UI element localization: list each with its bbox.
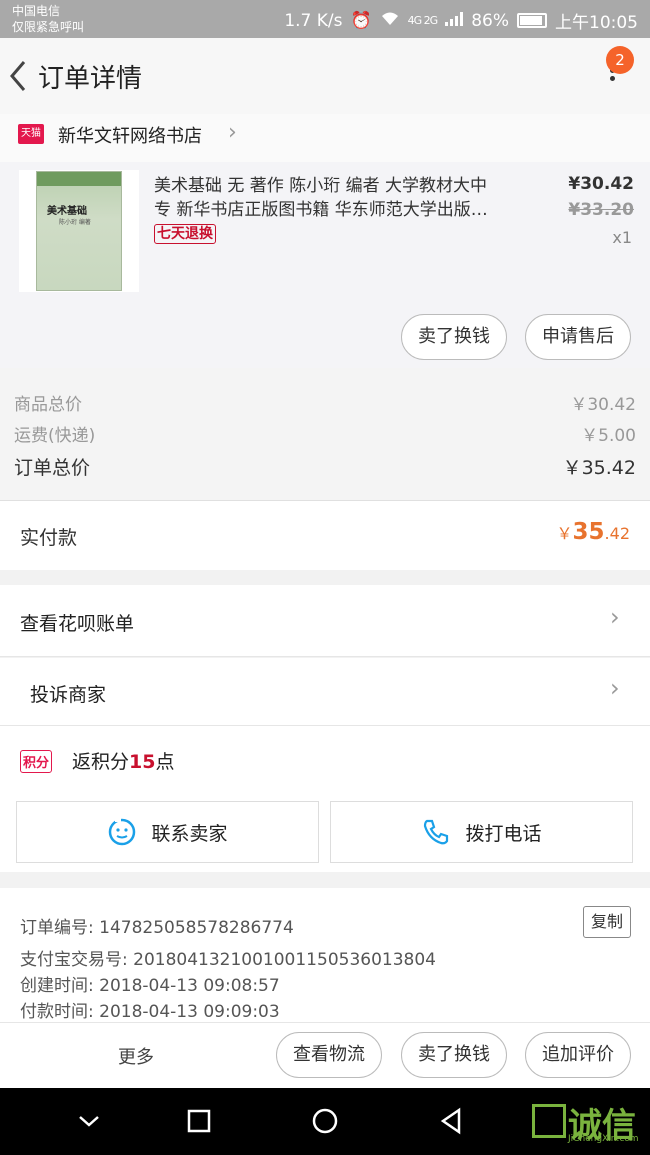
points-section: 积分 返积分15点 联系卖家 拨打电话 <box>0 726 650 872</box>
chevron-right-icon: › <box>228 120 237 145</box>
complain-label: 投诉商家 <box>30 684 107 706</box>
product-original-price: ¥33.20 <box>568 200 634 220</box>
notification-badge: 2 <box>606 46 634 74</box>
product-name[interactable]: 美术基础 无 著作 陈小珩 编者 大学教材大中 专 新华书店正版图书籍 华东师范… <box>154 174 526 222</box>
shipping-value: ￥5.00 <box>581 426 636 446</box>
watermark-logo-icon <box>532 1104 566 1138</box>
network-speed: 1.7 K/s <box>284 10 343 31</box>
chevron-right-icon: › <box>610 674 620 702</box>
page-title: 订单详情 <box>38 64 143 94</box>
complain-row[interactable]: 投诉商家 › <box>0 658 650 726</box>
contact-seller-label: 联系卖家 <box>151 822 228 845</box>
book-cover-band <box>37 172 121 186</box>
product-name-line2: 专 新华书店正版图书籍 华东师范大学出版… <box>154 200 488 220</box>
shop-name: 新华文轩网络书店 <box>58 126 202 147</box>
call-phone-button[interactable]: 拨打电话 <box>330 801 633 863</box>
product-card: 美术基础 陈小珩 编著 美术基础 无 著作 陈小珩 编者 大学教材大中 专 新华… <box>0 162 650 368</box>
product-name-line1: 美术基础 无 著作 陈小珩 编者 大学教材大中 <box>154 176 488 196</box>
book-cover-subtitle: 陈小珩 编著 <box>59 219 91 226</box>
book-cover-title: 美术基础 <box>47 206 87 217</box>
points-suffix: 点 <box>155 751 175 773</box>
nav-home-icon[interactable] <box>310 1106 340 1136</box>
after-sale-button[interactable]: 申请售后 <box>525 314 631 360</box>
return-policy-tag: 七天退换 <box>154 224 216 244</box>
copy-button[interactable]: 复制 <box>583 906 631 938</box>
wifi-icon <box>380 10 400 31</box>
bottom-action-bar: 更多 查看物流 卖了换钱 追加评价 <box>0 1022 650 1088</box>
more-link[interactable]: 更多 <box>118 1043 154 1069</box>
battery-icon <box>517 13 547 28</box>
points-number: 15 <box>129 751 156 773</box>
book-cover-image: 美术基础 陈小珩 编著 <box>36 171 122 291</box>
created-time: 创建时间: 2018-04-13 09:08:57 <box>20 976 280 996</box>
view-logistics-button[interactable]: 查看物流 <box>276 1032 382 1078</box>
chat-bubble-icon <box>109 817 136 846</box>
status-bar: 中国电信 仅限紧急呼叫 1.7 K/s ⏰ 4G 2G 86% 上午10:05 <box>0 0 650 38</box>
goods-total-label: 商品总价 <box>14 395 82 415</box>
points-tag: 积分 <box>20 750 53 773</box>
order-total-label: 订单总价 <box>14 457 91 479</box>
phone-icon <box>424 819 449 845</box>
nav-down-icon[interactable] <box>74 1106 104 1136</box>
points-prefix: 返积分 <box>72 751 130 773</box>
huabei-bill-label: 查看花呗账单 <box>20 613 135 635</box>
carrier-label: 中国电信 <box>12 4 61 18</box>
more-dot-icon <box>609 76 615 81</box>
battery-percent: 86% <box>471 10 509 31</box>
product-quantity: x1 <box>612 228 632 247</box>
sell-button[interactable]: 卖了换钱 <box>401 314 507 360</box>
price-summary: 商品总价 ￥30.42 运费(快递) ￥5.00 订单总价 ￥35.42 <box>0 368 650 500</box>
alarm-icon: ⏰ <box>350 10 372 31</box>
goods-total-value: ￥30.42 <box>570 395 636 415</box>
shipping-label: 运费(快递) <box>14 426 96 446</box>
order-number: 订单编号: 147825058578286774 <box>20 918 294 938</box>
tmall-logo-icon: 天猫 <box>18 124 44 144</box>
add-review-button[interactable]: 追加评价 <box>525 1032 631 1078</box>
product-thumbnail[interactable]: 美术基础 陈小珩 编著 <box>19 170 139 292</box>
call-phone-label: 拨打电话 <box>465 822 542 845</box>
alipay-number: 支付宝交易号: 2018041321001001150536013804 <box>20 950 436 970</box>
header: 订单详情 2 <box>0 38 650 114</box>
status-right: 1.7 K/s ⏰ 4G 2G 86% 上午10:05 <box>284 8 638 34</box>
paid-row: 实付款 ￥35.42 <box>0 500 650 570</box>
paid-integer: 35 <box>572 519 605 545</box>
system-nav-bar: 诚信 JiChengXin.com <box>0 1088 650 1155</box>
watermark-url: JiChengXin.com <box>568 1134 639 1144</box>
watermark: 诚信 JiChengXin.com <box>532 1100 650 1148</box>
paid-time: 付款时间: 2018-04-13 09:09:03 <box>20 1002 280 1022</box>
carrier-sub-label: 仅限紧急呼叫 <box>12 20 85 34</box>
shop-row[interactable]: 天猫 新华文轩网络书店 › <box>0 114 650 162</box>
paid-label: 实付款 <box>20 527 78 549</box>
chevron-left-icon <box>10 61 26 91</box>
network-type: 4G 2G <box>407 14 439 27</box>
order-info: 订单编号: 147825058578286774 复制 支付宝交易号: 2018… <box>0 888 650 1022</box>
product-price: ¥30.42 <box>568 174 634 194</box>
signal-icon <box>445 11 464 31</box>
clock: 上午10:05 <box>555 13 638 33</box>
points-text: 返积分15点 <box>72 747 174 774</box>
contact-seller-button[interactable]: 联系卖家 <box>16 801 319 863</box>
order-total-value: ￥35.42 <box>562 457 636 479</box>
paid-value: ￥35.42 <box>557 519 630 545</box>
sell-button-bottom[interactable]: 卖了换钱 <box>401 1032 507 1078</box>
back-button[interactable] <box>6 56 32 96</box>
huabei-bill-row[interactable]: 查看花呗账单 › <box>0 585 650 657</box>
paid-currency: ￥ <box>556 524 573 543</box>
paid-decimal: .42 <box>604 524 630 543</box>
nav-back-icon[interactable] <box>437 1106 467 1136</box>
nav-recents-icon[interactable] <box>184 1106 214 1136</box>
chevron-right-icon: › <box>610 603 620 631</box>
